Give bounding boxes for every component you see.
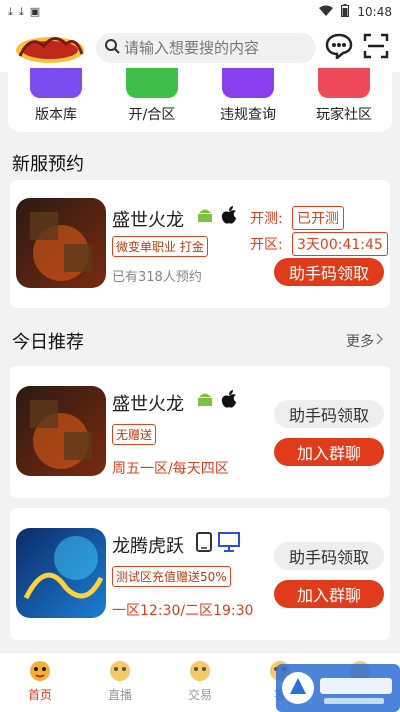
claim-code-button[interactable]: 助手码领取	[274, 400, 384, 428]
site-watermark	[276, 664, 400, 712]
status-bar: ⤓ ⤓ ▣ 10:48	[0, 0, 400, 24]
test-label: 开测:	[250, 211, 283, 227]
reservation-count: 已有318人预约	[112, 270, 202, 285]
apple-icon	[220, 206, 238, 230]
game-cover-image	[16, 528, 106, 618]
quick-nav: 版本库 开/合区 违规查询 玩家社区	[8, 68, 392, 132]
battery-icon	[341, 4, 350, 20]
game-tag: 测试区充值赠送50%	[112, 566, 231, 587]
search-icon	[104, 38, 120, 58]
nav-trade[interactable]: 交易	[170, 657, 230, 703]
server-schedule: 一区12:30/二区19:30	[112, 603, 254, 619]
apple-icon	[220, 390, 238, 414]
quicknav-label: 玩家社区	[316, 107, 372, 123]
recommended-game-card[interactable]: 盛世火龙 无赠送 周五一区/每天四区 助手码领取 加入群聊	[10, 366, 390, 498]
home-tiger-icon	[30, 661, 50, 681]
section-title-new-servers: 新服预约	[12, 154, 84, 175]
library-icon	[30, 68, 82, 98]
platform-icons	[196, 532, 240, 556]
quicknav-label: 违规查询	[220, 107, 276, 123]
nav-label: 交易	[187, 688, 212, 702]
app-icon: ▣	[29, 5, 41, 18]
claim-code-button[interactable]: 助手码领取	[274, 542, 384, 570]
quicknav-community[interactable]: 玩家社区	[304, 68, 384, 132]
game-name: 龙腾虎跃	[112, 536, 184, 557]
join-group-button[interactable]: 加入群聊	[274, 580, 384, 608]
clock: 10:48	[357, 5, 392, 19]
trade-tiger-icon	[190, 661, 210, 681]
community-icon	[318, 68, 370, 98]
join-group-button[interactable]: 加入群聊	[274, 438, 384, 466]
new-server-card[interactable]: 盛世火龙 微变单职业 打金 已有318人预约 开测: 已开测 开区: 3天00:…	[10, 180, 390, 308]
scan-button[interactable]	[361, 31, 390, 65]
search-bar[interactable]	[96, 33, 316, 63]
more-label: 更多	[346, 334, 374, 350]
platform-icons	[196, 390, 238, 414]
platform-icons	[196, 206, 238, 230]
document-icon	[222, 68, 274, 98]
game-tag: 无赠送	[112, 424, 157, 445]
desktop-icon	[218, 532, 240, 556]
quicknav-label: 开/合区	[128, 107, 176, 123]
nav-home[interactable]: 首页	[10, 657, 70, 703]
recommended-game-card[interactable]: 龙腾虎跃 测试区充值赠送50% 一区12:30/二区19:30 助手码领取 加入…	[10, 508, 390, 640]
game-cover-image	[16, 198, 106, 288]
game-name: 盛世火龙	[112, 210, 184, 231]
wifi-icon	[319, 5, 334, 20]
app-logo[interactable]	[10, 27, 90, 69]
download-icon: ⤓	[18, 5, 24, 18]
more-link[interactable]: 更多	[346, 331, 384, 351]
server-schedule: 周五一区/每天四区	[112, 461, 229, 477]
nav-live[interactable]: 直播	[90, 657, 150, 703]
scan-icon	[363, 33, 389, 63]
quicknav-version-library[interactable]: 版本库	[16, 68, 96, 132]
nav-label: 首页	[27, 688, 52, 702]
download-icon: ⤓	[8, 5, 13, 18]
quicknav-label: 版本库	[35, 107, 77, 123]
notification-icons: ⤓ ⤓ ▣	[8, 5, 40, 19]
message-button[interactable]	[324, 31, 353, 65]
android-icon	[196, 206, 214, 230]
quicknav-server-open[interactable]: 开/合区	[112, 68, 192, 132]
top-bar	[0, 24, 400, 72]
android-icon	[196, 390, 214, 414]
nav-label: 直播	[107, 688, 132, 702]
section-title-today: 今日推荐	[12, 332, 84, 353]
tablet-icon	[196, 532, 212, 556]
test-status-badge: 已开测	[292, 206, 344, 230]
search-input[interactable]	[124, 39, 314, 57]
chevron-right-icon	[376, 333, 384, 349]
monitor-icon	[126, 68, 178, 98]
claim-code-button[interactable]: 助手码领取	[274, 258, 384, 286]
game-cover-image	[16, 386, 106, 476]
live-tiger-icon	[110, 661, 130, 681]
open-label: 开区:	[250, 237, 283, 253]
quicknav-violation-check[interactable]: 违规查询	[208, 68, 288, 132]
chat-bubble-icon	[325, 33, 353, 63]
open-countdown: 3天00:41:45	[292, 232, 388, 256]
game-tag: 微变单职业 打金	[112, 236, 208, 257]
game-name: 盛世火龙	[112, 394, 184, 415]
